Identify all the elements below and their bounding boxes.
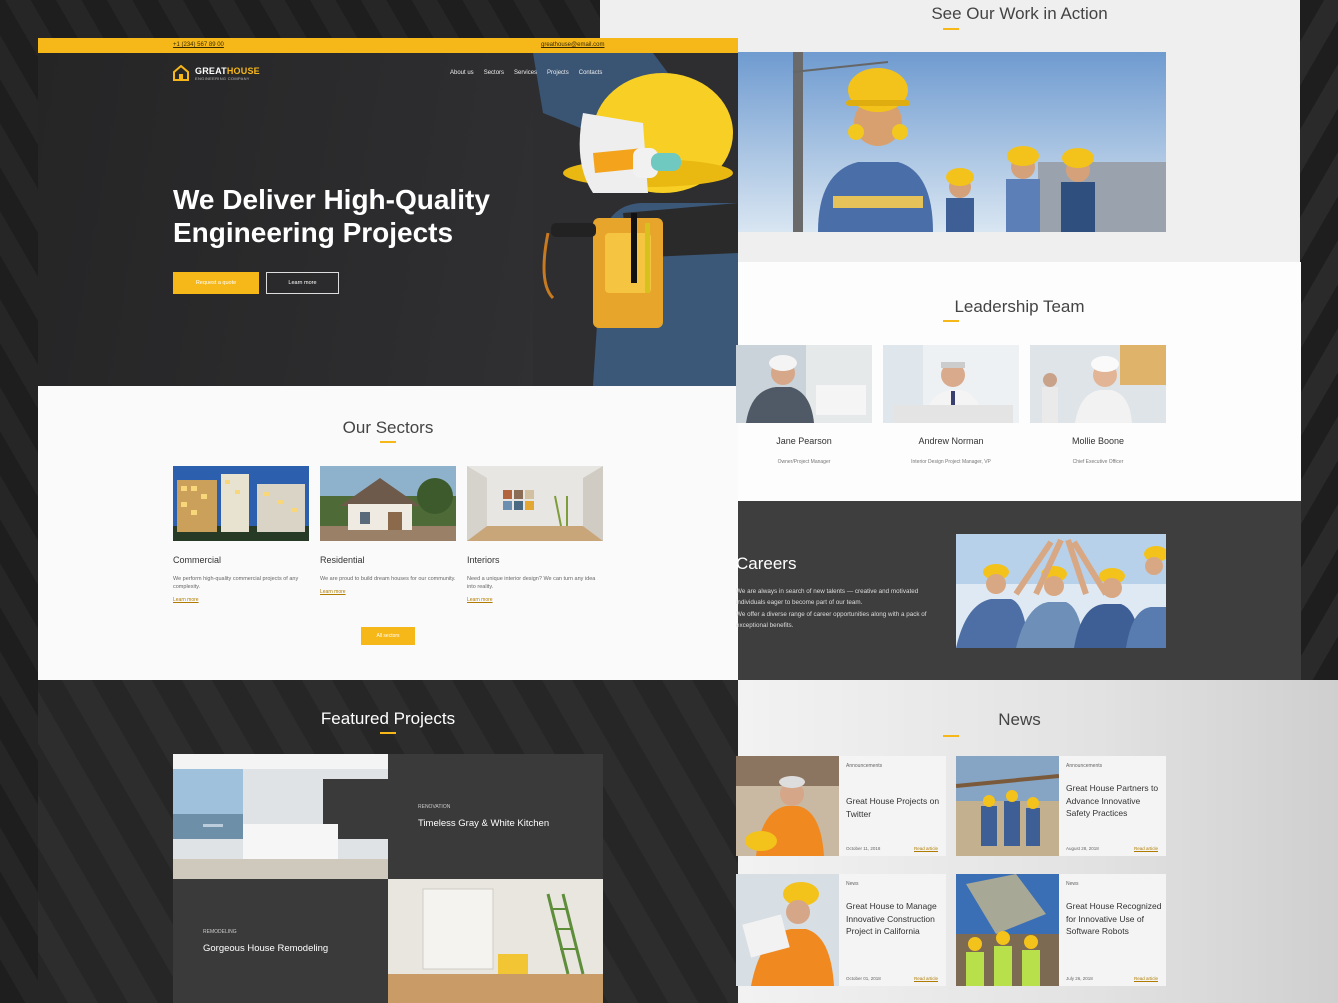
brand-logo[interactable]: GREATHOUSE ENGINEERING COMPANY [173, 65, 260, 81]
news-headline[interactable]: Great House to Manage Innovative Constru… [846, 900, 942, 938]
team-member-photo [883, 345, 1019, 423]
careers-description: We are always in search of new talents —… [736, 588, 927, 629]
hero-worker-image [533, 53, 738, 386]
team-member-name: Mollie Boone [1071, 436, 1125, 446]
nav-services[interactable]: Services [514, 70, 537, 76]
all-sectors-button[interactable]: All sectors [361, 627, 415, 645]
leadership-section: Leadership Team Jane Pearson Owner/Proje… [736, 262, 1301, 501]
news-date: August 28, 2018 [1066, 846, 1099, 851]
featured-projects-section: Featured Projects RENOVATION Timeless Gr… [38, 680, 738, 1003]
team-member-name: Andrew Norman [918, 436, 984, 446]
sectors-section: Our Sectors Commercial We perform high-q… [38, 386, 738, 680]
learn-more-button[interactable]: Learn more [266, 272, 339, 294]
sector-description: We are proud to build dream houses for o… [320, 576, 456, 582]
background-stripes [1300, 0, 1338, 680]
nav-sectors[interactable]: Sectors [484, 70, 504, 76]
project-card[interactable]: REMODELING Gorgeous House Remodeling [173, 879, 388, 1003]
sector-card-residential[interactable]: Residential We are proud to build dream … [320, 466, 456, 595]
team-high-five-image [956, 534, 1166, 648]
team-member-card[interactable]: Mollie Boone Chief Executive Officer [1030, 345, 1166, 465]
careers-title: Careers [736, 554, 797, 573]
news-image [956, 874, 1059, 986]
careers-section: Careers We are always in search of new t… [736, 501, 1301, 680]
brand-tagline: ENGINEERING COMPANY [195, 75, 250, 81]
brand-name: GREATHOUSE [195, 65, 260, 76]
news-headline[interactable]: Great House Partners to Advance Innovati… [1066, 782, 1162, 820]
news-card[interactable]: News Great House Recognized for Innovati… [956, 874, 1166, 986]
team-member-role: Chief Executive Officer [1072, 459, 1124, 465]
news-card[interactable]: Announcements Great House Partners to Ad… [956, 756, 1166, 856]
title-underline [943, 28, 959, 30]
team-member-photo [736, 345, 872, 423]
news-category: Announcements [846, 763, 883, 769]
residential-house-image [320, 466, 456, 541]
project-name: Gorgeous House Remodeling [203, 943, 329, 954]
sector-learn-more-link[interactable]: Learn more [467, 597, 603, 603]
news-date: October 01, 2018 [846, 976, 881, 981]
top-bar: +1 (234) 567 89 00 greathouse@email.com [38, 38, 738, 53]
sectors-title: Our Sectors [342, 418, 434, 437]
project-name: Timeless Gray & White Kitchen [418, 818, 550, 829]
read-article-link[interactable]: Read article [914, 976, 938, 981]
hero-section: GREATHOUSE ENGINEERING COMPANY About us … [38, 53, 738, 386]
request-quote-button[interactable]: Request a quote [173, 272, 259, 294]
news-category: News [1066, 881, 1079, 887]
featured-title: Featured Projects [320, 709, 456, 728]
read-article-link[interactable]: Read article [1134, 846, 1158, 851]
sector-name: Commercial [173, 555, 222, 565]
sector-name: Residential [320, 555, 365, 565]
news-date: July 26, 2018 [1066, 976, 1093, 981]
email-link[interactable]: greathouse@email.com [541, 42, 604, 48]
main-nav: About us Sectors Services Projects Conta… [450, 70, 602, 76]
sector-description: Need a unique interior design? We can tu… [467, 576, 596, 590]
kitchen-project-image[interactable] [173, 754, 388, 879]
title-underline [943, 320, 959, 322]
remodeling-project-image[interactable] [388, 879, 603, 1003]
news-image [956, 756, 1059, 856]
nav-contacts[interactable]: Contacts [579, 70, 603, 76]
news-title: News [998, 710, 1041, 729]
news-card[interactable]: Announcements Great House Projects on Tw… [736, 756, 946, 856]
sector-name: Interiors [467, 555, 500, 565]
sector-learn-more-link[interactable]: Learn more [173, 597, 309, 603]
project-category: REMODELING [203, 929, 237, 935]
interior-room-image [467, 466, 603, 541]
workers-team-image [738, 52, 1166, 232]
leadership-title: Leadership Team [954, 297, 1085, 316]
news-headline[interactable]: Great House Projects on Twitter [846, 795, 942, 820]
news-category: Announcements [1066, 763, 1103, 769]
homepage-left-mockup: +1 (234) 567 89 00 greathouse@email.com [38, 38, 738, 1003]
read-article-link[interactable]: Read article [914, 846, 938, 851]
team-member-role: Interior Design Project Manager, VP [911, 459, 991, 465]
commercial-building-image [173, 466, 309, 541]
hero-title: We Deliver High-Quality Engineering Proj… [173, 184, 490, 248]
news-card[interactable]: News Great House to Manage Innovative Co… [736, 874, 946, 986]
team-member-name: Jane Pearson [776, 436, 832, 446]
house-logo-icon [173, 65, 189, 81]
title-underline [380, 732, 396, 734]
team-member-role: Owner/Project Manager [777, 459, 831, 465]
news-date: October 11, 2018 [846, 846, 881, 851]
team-member-card[interactable]: Andrew Norman Interior Design Project Ma… [883, 345, 1019, 465]
phone-link[interactable]: +1 (234) 567 89 00 [173, 42, 224, 48]
title-underline [380, 441, 396, 443]
team-member-photo [1030, 345, 1166, 423]
sector-learn-more-link[interactable]: Learn more [320, 589, 456, 595]
nav-about-us[interactable]: About us [450, 70, 474, 76]
title-underline [943, 735, 959, 737]
news-category: News [846, 881, 859, 887]
nav-projects[interactable]: Projects [547, 70, 569, 76]
action-title: See Our Work in Action [931, 4, 1108, 23]
news-image [736, 756, 839, 856]
news-headline[interactable]: Great House Recognized for Innovative Us… [1066, 900, 1162, 938]
news-image [736, 874, 839, 986]
project-card[interactable]: RENOVATION Timeless Gray & White Kitchen [388, 754, 603, 879]
read-article-link[interactable]: Read article [1134, 976, 1158, 981]
project-category: RENOVATION [418, 804, 451, 810]
sector-description: We perform high-quality commercial proje… [173, 576, 299, 590]
sector-card-commercial[interactable]: Commercial We perform high-quality comme… [173, 466, 309, 603]
sector-card-interiors[interactable]: Interiors Need a unique interior design?… [467, 466, 603, 603]
team-member-card[interactable]: Jane Pearson Owner/Project Manager [736, 345, 872, 465]
